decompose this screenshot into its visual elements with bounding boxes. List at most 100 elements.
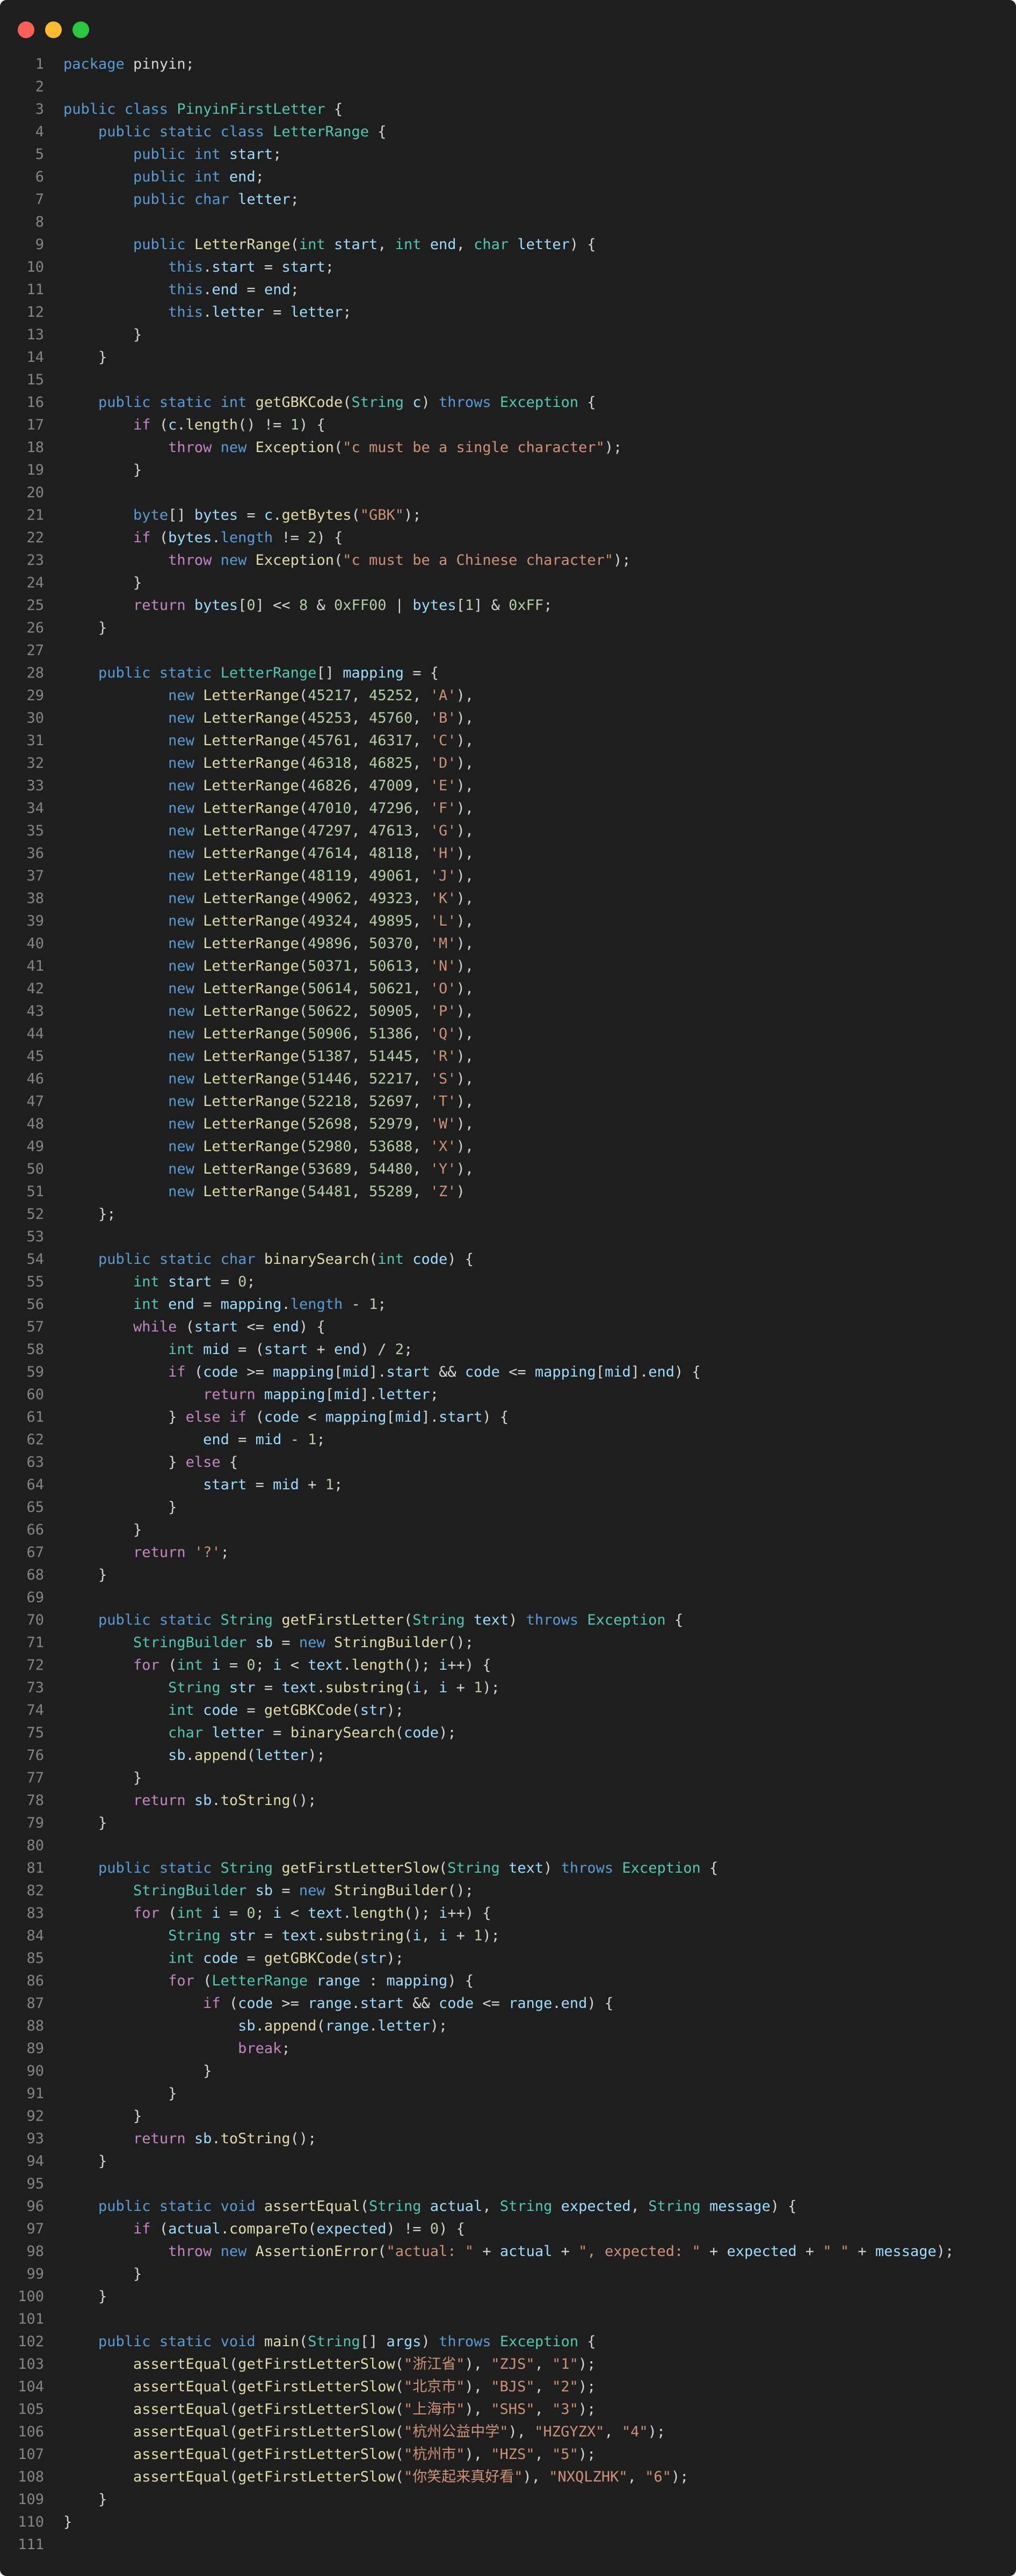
code-token: 'A' bbox=[430, 687, 456, 704]
code-token: , bbox=[412, 687, 430, 704]
code-line: 98 throw new AssertionError("actual: " +… bbox=[0, 2240, 1016, 2263]
code-text: if (bytes.length != 2) { bbox=[63, 527, 343, 549]
code-text: new LetterRange(47010, 47296, 'F'), bbox=[63, 797, 474, 820]
code-line: 89 break; bbox=[0, 2037, 1016, 2060]
line-number: 47 bbox=[26, 1093, 44, 1110]
code-line: 66 } bbox=[0, 1519, 1016, 1541]
code-token: ( bbox=[316, 2018, 325, 2034]
code-token: sb bbox=[255, 1634, 273, 1651]
line-number: 110 bbox=[18, 2514, 44, 2530]
line-number: 33 bbox=[26, 777, 44, 794]
code-token: public static class bbox=[98, 123, 273, 140]
code-token: ( bbox=[299, 980, 308, 997]
code-token: , bbox=[351, 1161, 369, 1177]
code-token: 47297 bbox=[308, 823, 352, 839]
code-token: assertEqual bbox=[133, 2378, 229, 2395]
code-text: byte[] bytes = c.getBytes("GBK"); bbox=[63, 504, 422, 527]
code-token: 1 bbox=[474, 1927, 483, 1944]
code-line: 35 new LetterRange(47297, 47613, 'G'), bbox=[0, 820, 1016, 842]
code-token: this bbox=[168, 304, 204, 321]
code-token: LetterRange bbox=[203, 958, 299, 974]
code-token: . bbox=[203, 281, 212, 298]
code-token: end bbox=[430, 236, 456, 253]
code-token: ); bbox=[386, 1950, 404, 1967]
line-number: 78 bbox=[26, 1792, 44, 1809]
code-line: 50 new LetterRange(53689, 54480, 'Y'), bbox=[0, 1158, 1016, 1181]
code-text: public static String getFirstLetter(Stri… bbox=[63, 1609, 683, 1632]
code-token: getFirstLetterSlow bbox=[238, 2446, 395, 2463]
code-token: bytes bbox=[412, 597, 456, 614]
code-line: 82 StringBuilder sb = new StringBuilder(… bbox=[0, 1880, 1016, 1902]
line-number: 84 bbox=[26, 1927, 44, 1944]
zoom-button[interactable] bbox=[72, 21, 89, 38]
code-token: Exception bbox=[499, 394, 579, 411]
code-token: LetterRange bbox=[273, 123, 369, 140]
code-token: getGBKCode bbox=[264, 1702, 352, 1719]
code-token: "上海市" bbox=[404, 2401, 465, 2418]
line-number: 63 bbox=[26, 1454, 44, 1471]
code-token: ), bbox=[456, 732, 474, 749]
code-token: 'E' bbox=[430, 777, 456, 794]
code-token: "HZS" bbox=[491, 2446, 535, 2463]
code-text: for (int i = 0; i < text.length(); i++) … bbox=[63, 1902, 491, 1925]
line-number: 87 bbox=[26, 1995, 44, 2012]
line-number: 95 bbox=[26, 2175, 44, 2192]
code-token: ( bbox=[395, 2424, 404, 2440]
code-editor[interactable]: 1 package pinyin; 2 3 public class PinyinFir… bbox=[0, 53, 1016, 2556]
code-token: , bbox=[534, 2401, 553, 2418]
code-token: String bbox=[648, 2198, 709, 2215]
code-line: 36 new LetterRange(47614, 48118, 'H'), bbox=[0, 842, 1016, 865]
code-text: new LetterRange(45217, 45252, 'A'), bbox=[63, 685, 474, 707]
code-token: 1 bbox=[325, 1476, 334, 1493]
code-token: text bbox=[281, 1927, 317, 1944]
code-token: end bbox=[648, 1364, 675, 1380]
code-token: letter bbox=[290, 304, 343, 321]
code-token: ( bbox=[404, 1679, 413, 1696]
code-token: new bbox=[168, 980, 204, 997]
code-token: ; bbox=[290, 281, 299, 298]
code-token: toString bbox=[220, 1792, 291, 1809]
code-token: 50371 bbox=[308, 958, 352, 974]
code-token: int bbox=[378, 1251, 413, 1268]
code-text: String str = text.substring(i, i + 1); bbox=[63, 1677, 500, 1699]
code-token: new bbox=[168, 687, 204, 704]
code-text: } bbox=[63, 459, 142, 482]
line-number: 19 bbox=[26, 462, 44, 478]
line-number: 66 bbox=[26, 1522, 44, 1538]
code-token: ( bbox=[299, 1116, 308, 1132]
code-line: 111 bbox=[0, 2534, 1016, 2556]
code-line: 62 end = mid - 1; bbox=[0, 1429, 1016, 1451]
close-button[interactable] bbox=[18, 21, 34, 38]
code-token: sb bbox=[194, 1792, 212, 1809]
code-token: i bbox=[212, 1905, 221, 1922]
code-token: ); bbox=[404, 507, 422, 523]
code-token: = bbox=[255, 259, 282, 275]
code-text: new LetterRange(49062, 49323, 'K'), bbox=[63, 887, 474, 910]
line-number: 3 bbox=[35, 101, 44, 118]
code-token: sb bbox=[255, 1882, 273, 1899]
code-token: , bbox=[412, 777, 430, 794]
code-token: ] & bbox=[474, 597, 509, 614]
line-number: 97 bbox=[26, 2221, 44, 2237]
line-number: 76 bbox=[26, 1747, 44, 1764]
code-token: ]. bbox=[421, 1409, 439, 1425]
line-number: 2 bbox=[35, 78, 44, 95]
code-text: sb.append(range.letter); bbox=[63, 2015, 447, 2037]
line-number: 32 bbox=[26, 755, 44, 772]
code-token: "杭州市" bbox=[404, 2446, 465, 2463]
code-text: StringBuilder sb = new StringBuilder(); bbox=[63, 1632, 474, 1654]
code-token: String bbox=[499, 2198, 561, 2215]
line-number: 10 bbox=[26, 259, 44, 275]
code-token: public static void bbox=[98, 2333, 264, 2350]
minimize-button[interactable] bbox=[45, 21, 62, 38]
code-token: ( bbox=[150, 417, 169, 433]
